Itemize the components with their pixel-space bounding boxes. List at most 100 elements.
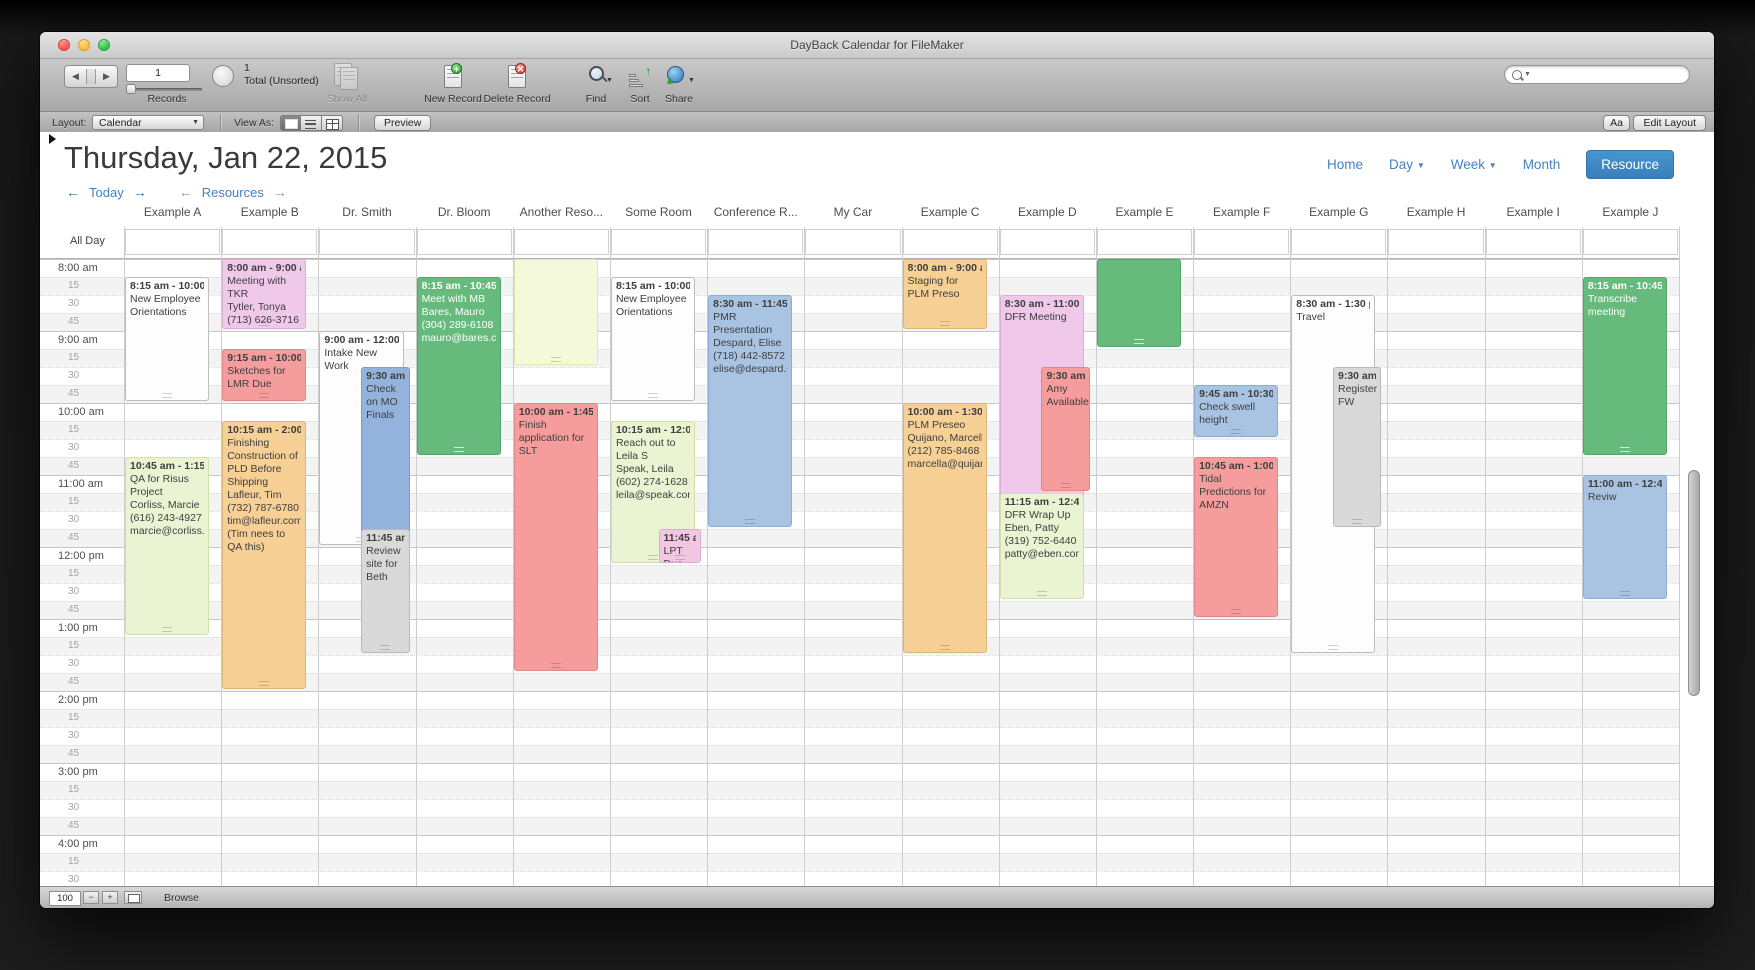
all-day-cell[interactable] (319, 229, 414, 255)
event[interactable]: 8:00 am - 9:00 amStaging for PLM Preso (903, 259, 987, 329)
event-time: 9:30 am (366, 370, 404, 383)
zoom-in-button[interactable]: + (102, 891, 118, 904)
event-resize-grip-icon[interactable] (1134, 339, 1144, 344)
calendar-grid: 8:00 am1530459:00 am15304510:00 am153045… (40, 132, 1714, 886)
event[interactable]: 10:00 am - 1:30 pmPLM PreseoQuijano, Mar… (903, 403, 987, 653)
event-resize-grip-icon[interactable] (1061, 483, 1071, 488)
find-button[interactable]: Find (576, 93, 616, 105)
event[interactable]: 9:30 amRegister FW (1333, 367, 1381, 527)
event-resize-grip-icon[interactable] (1620, 591, 1630, 596)
column-header: Example G (1290, 205, 1387, 225)
event[interactable]: 9:15 am - 10:00 amSketches for LMR Due (222, 349, 306, 401)
quick-find-search[interactable]: ▼ (1504, 65, 1690, 84)
layout-mode-icon[interactable] (124, 891, 142, 904)
event[interactable] (1097, 259, 1181, 347)
event-resize-grip-icon[interactable] (1620, 447, 1630, 452)
event-resize-grip-icon[interactable] (940, 645, 950, 650)
share-button[interactable]: Share (654, 93, 704, 105)
all-day-cell[interactable] (805, 229, 900, 255)
delete-record-button[interactable]: Delete Record (474, 93, 560, 105)
zoom-level-field[interactable]: 100 (49, 891, 81, 906)
next-record-icon[interactable]: ▶ (96, 71, 117, 82)
event-time: 8:15 am - 10:00 am (616, 280, 690, 293)
minute-label: 15 (68, 856, 79, 867)
delete-record-icon[interactable]: ✕ (502, 63, 532, 91)
event[interactable]: 8:00 am - 9:00 amMeeting with TKRTytler,… (222, 259, 306, 329)
all-day-cell[interactable] (125, 229, 220, 255)
event-text: DFR Meeting (1005, 311, 1079, 324)
event[interactable]: 11:15 am - 12:45 pmDFR Wrap UpEben, Patt… (1000, 493, 1084, 599)
event-resize-grip-icon[interactable] (648, 555, 658, 560)
event[interactable]: 8:15 am - 10:45 amTranscribe meeting (1583, 277, 1667, 455)
event[interactable]: 10:45 am - 1:15 pmQA for Risus ProjectCo… (125, 457, 209, 635)
all-day-cell[interactable] (417, 229, 512, 255)
all-day-cell[interactable] (222, 229, 317, 255)
zoom-out-button[interactable]: − (83, 891, 99, 904)
event-resize-grip-icon[interactable] (1352, 519, 1362, 524)
view-as-table-button[interactable] (322, 115, 343, 131)
minute-label: 15 (68, 640, 79, 651)
event-resize-grip-icon[interactable] (1231, 429, 1241, 434)
event[interactable]: 10:00 am - 1:45 pmFinish application for… (514, 403, 598, 671)
event-resize-grip-icon[interactable] (1037, 591, 1047, 596)
event-resize-grip-icon[interactable] (551, 357, 561, 362)
event[interactable]: 8:15 am - 10:00 amNew Employee Orientati… (611, 277, 695, 401)
event[interactable]: 11:45 amLPT Due (659, 529, 702, 563)
event[interactable]: 9:30 amAmy Available (1041, 367, 1089, 491)
hour-label: 11:00 am (58, 478, 103, 490)
event-resize-grip-icon[interactable] (648, 393, 658, 398)
all-day-cell[interactable] (611, 229, 706, 255)
record-number-field[interactable]: 1 (126, 64, 190, 82)
all-day-cell[interactable] (1583, 229, 1678, 255)
view-as-form-button[interactable] (280, 115, 301, 131)
event[interactable]: 8:15 am - 10:00 amNew Employee Orientati… (125, 277, 209, 401)
event-resize-grip-icon[interactable] (259, 321, 269, 326)
event-resize-grip-icon[interactable] (745, 519, 755, 524)
event[interactable]: 11:45 amReview site for Beth (361, 529, 409, 653)
event-resize-grip-icon[interactable] (454, 447, 464, 452)
vertical-scrollbar-thumb[interactable] (1688, 470, 1700, 696)
view-as-list-button[interactable] (301, 115, 322, 131)
all-day-cell[interactable] (903, 229, 998, 255)
event-resize-grip-icon[interactable] (675, 555, 685, 560)
all-day-cell[interactable] (1000, 229, 1095, 255)
layout-dropdown[interactable]: Calendar ▼ (92, 115, 204, 130)
event-resize-grip-icon[interactable] (162, 627, 172, 632)
event-resize-grip-icon[interactable] (259, 681, 269, 686)
all-day-cell[interactable] (708, 229, 803, 255)
column-divider (1387, 227, 1388, 886)
event[interactable]: 8:15 am - 10:45 amMeet with MBBares, Mau… (417, 277, 501, 455)
event[interactable]: 9:45 am - 10:30 amCheck swell height (1194, 385, 1278, 437)
record-slider[interactable] (126, 85, 202, 93)
all-day-cell[interactable] (1388, 229, 1483, 255)
event-resize-grip-icon[interactable] (380, 645, 390, 650)
event[interactable]: 11:00 am - 12:45 pmReviw (1583, 475, 1667, 599)
event-resize-grip-icon[interactable] (551, 663, 561, 668)
event[interactable]: 10:45 am - 1:00 pmTidal Predictions for … (1194, 457, 1278, 617)
record-navigation[interactable]: ◀ ▶ (64, 65, 118, 88)
event-resize-grip-icon[interactable] (162, 393, 172, 398)
search-input[interactable] (1535, 67, 1684, 84)
all-day-cell[interactable] (1194, 229, 1289, 255)
new-record-icon[interactable]: + (438, 63, 468, 91)
event[interactable]: 10:15 am - 2:00 pmFinishing Construction… (222, 421, 306, 689)
event-resize-grip-icon[interactable] (259, 393, 269, 398)
event[interactable]: 8:30 am - 11:45 amPMR PresentationDespar… (708, 295, 792, 527)
all-day-cell[interactable] (1486, 229, 1581, 255)
all-day-cell[interactable] (1291, 229, 1386, 255)
all-day-cell[interactable] (514, 229, 609, 255)
show-all-button[interactable]: Show All (315, 93, 379, 105)
preview-button[interactable]: Preview (374, 115, 431, 131)
event-resize-grip-icon[interactable] (940, 321, 950, 326)
event[interactable] (514, 259, 598, 365)
previous-record-icon[interactable]: ◀ (65, 71, 86, 82)
edit-layout-button[interactable]: Edit Layout (1633, 115, 1706, 131)
event-resize-grip-icon[interactable] (1231, 609, 1241, 614)
sort-icon[interactable]: ↑ (625, 63, 655, 91)
event-text: Eben, Patty (1005, 522, 1079, 535)
all-day-cell[interactable] (1097, 229, 1192, 255)
text-formatting-button[interactable]: Aa (1603, 115, 1630, 131)
event-resize-grip-icon[interactable] (1328, 645, 1338, 650)
find-icon[interactable]: ▼ (582, 63, 612, 91)
share-icon[interactable]: ▼ (662, 63, 692, 91)
